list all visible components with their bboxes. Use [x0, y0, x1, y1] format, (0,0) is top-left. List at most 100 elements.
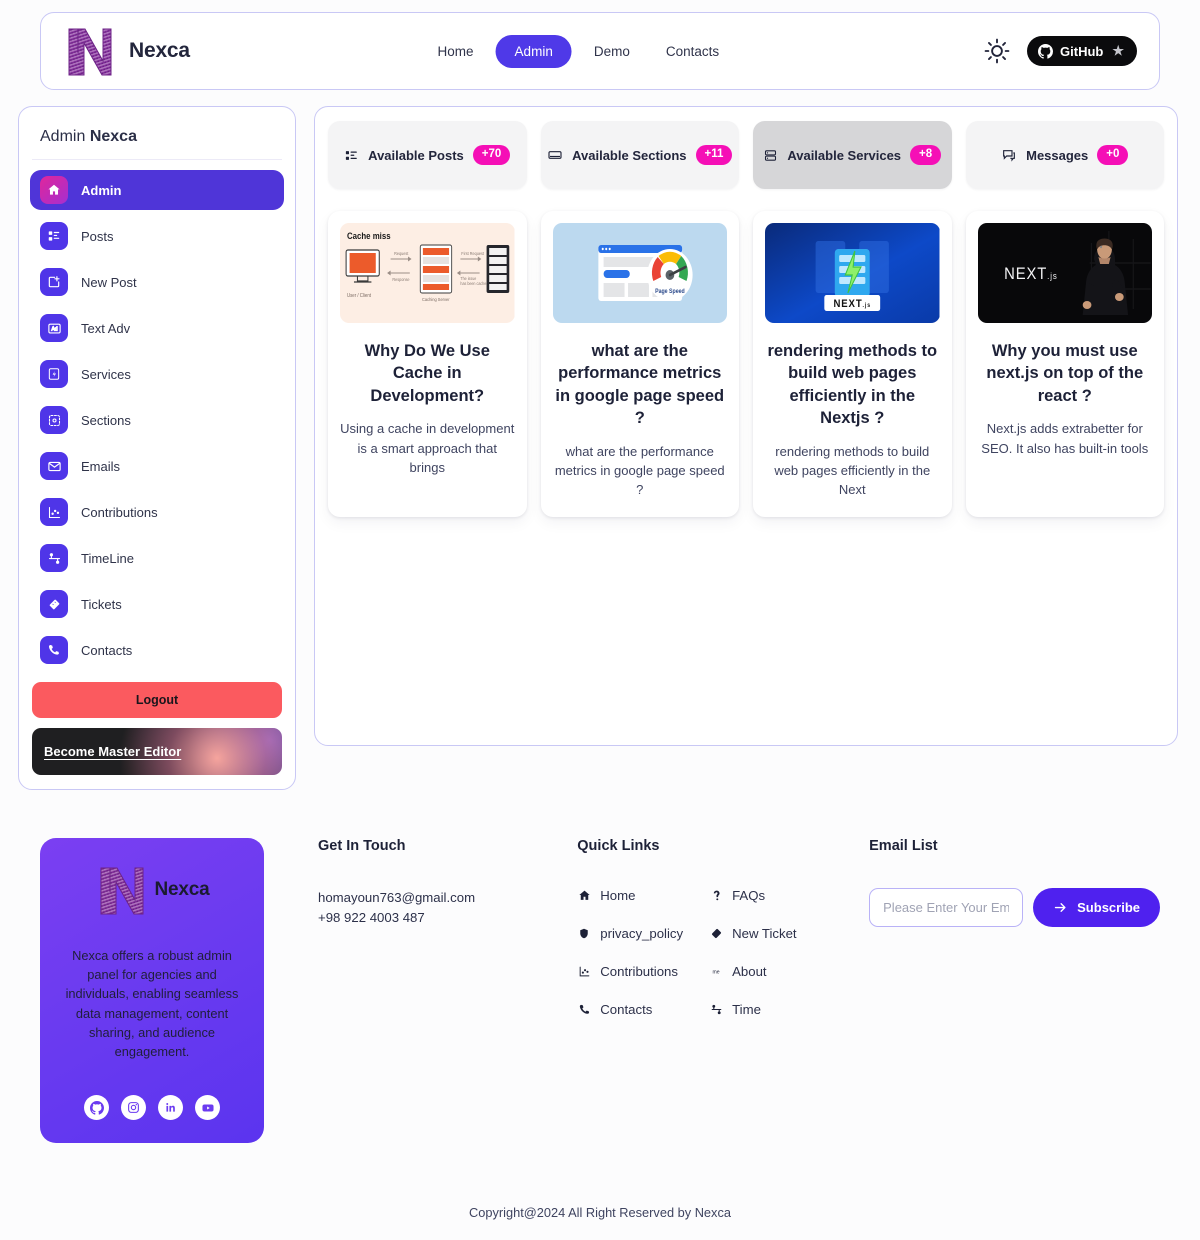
- sidebar-item-contributions[interactable]: Contributions: [30, 492, 284, 532]
- server-icon: [765, 149, 777, 161]
- footer-column-title: Email List: [869, 838, 938, 854]
- footer-link-privacy-policy[interactable]: privacy_policy: [577, 926, 683, 941]
- post-description: Next.js adds extrabetter for SEO. It als…: [981, 421, 1149, 456]
- nextjs-server-thumbnail: NEXT.js: [765, 223, 940, 323]
- post-title: rendering methods to build web pages eff…: [767, 342, 938, 428]
- footer-brand: Nexca: [95, 862, 210, 918]
- contact-phone[interactable]: +98 922 4003 487: [318, 908, 523, 928]
- footer-link-new-ticket[interactable]: New Ticket: [709, 926, 797, 941]
- text-ad-icon: Ad: [40, 314, 68, 342]
- post-description: what are the performance metrics in goog…: [554, 443, 725, 498]
- list-icon: [346, 150, 357, 160]
- social-linkedin-link[interactable]: [158, 1095, 183, 1121]
- me-icon: me: [709, 966, 723, 977]
- nav-item-admin[interactable]: Admin: [495, 34, 572, 68]
- site-header: Nexca Home Admin Demo Contacts GitHub ★: [40, 12, 1160, 90]
- sidebar-item-label: Tickets: [81, 596, 122, 612]
- sidebar-item-text-adv[interactable]: Ad Text Adv: [30, 308, 284, 348]
- post-description: Using a cache in development is a smart …: [340, 421, 515, 475]
- arrow-right-icon: [1054, 903, 1066, 912]
- svg-text:First Request: First Request: [461, 251, 485, 256]
- timeline-icon: [709, 1003, 723, 1016]
- nav-item-home[interactable]: Home: [424, 35, 488, 68]
- svg-text:Response: Response: [392, 277, 410, 282]
- email-input[interactable]: [869, 888, 1024, 927]
- brand-name: Nexca: [129, 39, 190, 62]
- logout-button[interactable]: Logout: [32, 682, 282, 718]
- stat-card-messages[interactable]: Messages +0: [965, 121, 1164, 189]
- lightning-icon: [40, 360, 68, 388]
- message-icon: [1003, 150, 1016, 162]
- chart-icon: [577, 965, 591, 978]
- sidebar-item-sections[interactable]: Sections: [30, 400, 284, 440]
- quick-links-column-1: Home privacy_policy Contributions Contac…: [577, 888, 683, 1017]
- sun-icon[interactable]: [983, 37, 1011, 65]
- github-button[interactable]: GitHub ★: [1027, 36, 1137, 66]
- social-instagram-link[interactable]: [121, 1095, 146, 1121]
- status-badge: +8: [910, 145, 942, 165]
- post-card[interactable]: Page Speed what are the performance metr…: [540, 211, 739, 518]
- svg-text:me: me: [713, 969, 720, 975]
- post-title: what are the performance metrics in goog…: [555, 342, 725, 428]
- sidebar-item-contacts[interactable]: Contacts: [30, 630, 284, 670]
- sidebar-title-brand: Nexca: [89, 128, 137, 145]
- sidebar-item-label: Contributions: [81, 504, 158, 520]
- become-master-editor-button[interactable]: Become Master Editor: [32, 728, 282, 775]
- stat-card-available-services[interactable]: Available Services +8: [753, 121, 952, 189]
- post-card[interactable]: Cache miss User / Client Request Respons…: [328, 211, 527, 518]
- footer-link-contacts[interactable]: Contacts: [577, 1002, 683, 1017]
- post-description: rendering methods to build web pages eff…: [774, 443, 931, 498]
- sidebar-item-new-post[interactable]: New Post: [30, 262, 284, 302]
- footer-link-label: privacy_policy: [600, 926, 684, 941]
- footer-link-faqs[interactable]: FAQs: [709, 888, 797, 903]
- stat-label: Available Services: [787, 147, 902, 163]
- footer-email-list: Email List Subscribe: [797, 838, 1160, 927]
- sidebar-item-label: Text Adv: [81, 320, 131, 336]
- sidebar-item-label: Services: [81, 366, 131, 382]
- main-nav: Home Admin Demo Contacts: [424, 34, 734, 68]
- social-github-link[interactable]: [84, 1095, 109, 1121]
- main-content-region: Admin Nexca Admin Posts New Post Ad Text…: [0, 90, 1200, 790]
- posts-row: Cache miss User / Client Request Respons…: [328, 211, 1164, 518]
- linkedin-icon: [166, 1103, 175, 1112]
- footer-link-time[interactable]: Time: [709, 1002, 797, 1017]
- stat-card-available-sections[interactable]: Available Sections +11: [540, 121, 739, 189]
- svg-text:Request: Request: [394, 251, 409, 256]
- stat-label: Available Sections: [572, 147, 687, 163]
- subscribe-button[interactable]: Subscribe: [1033, 888, 1160, 927]
- brand[interactable]: Nexca: [63, 23, 190, 79]
- footer-link-label: New Ticket: [732, 926, 797, 941]
- post-card[interactable]: NEXT.js Why you must use next.js on top …: [965, 211, 1164, 518]
- header-actions: GitHub ★: [983, 36, 1137, 66]
- svg-text:Caching Server: Caching Server: [422, 297, 450, 302]
- quick-links-grid: Home privacy_policy Contributions Contac…: [577, 888, 797, 1017]
- social-youtube-link[interactable]: [195, 1095, 220, 1121]
- post-card[interactable]: NEXT.js rendering methods to build web p…: [753, 211, 952, 518]
- footer-link-about[interactable]: me About: [709, 964, 797, 979]
- post-title: Why Do We Use Cache in Development?: [364, 342, 490, 405]
- question-icon: [709, 889, 723, 902]
- phone-icon: [577, 1003, 591, 1016]
- sidebar-item-admin[interactable]: Admin: [30, 170, 284, 210]
- sidebar-item-posts[interactable]: Posts: [30, 216, 284, 256]
- svg-text:Ad: Ad: [51, 326, 57, 332]
- nav-item-demo[interactable]: Demo: [580, 35, 644, 68]
- stat-card-available-posts[interactable]: Available Posts +70: [328, 121, 527, 189]
- list-icon: [40, 222, 68, 250]
- nav-item-contacts[interactable]: Contacts: [652, 35, 733, 68]
- sidebar-item-tickets[interactable]: Tickets: [30, 584, 284, 624]
- header-region: Nexca Home Admin Demo Contacts GitHub ★: [0, 0, 1200, 90]
- social-links: [84, 1095, 220, 1121]
- post-title: Why you must use next.js on top of the r…: [986, 342, 1144, 405]
- sidebar-item-label: Contacts: [81, 642, 133, 658]
- sidebar-item-services[interactable]: Services: [30, 354, 284, 394]
- sidebar-item-timeline[interactable]: TimeLine: [30, 538, 284, 578]
- sidebar-divider: [32, 159, 282, 160]
- become-master-editor-label: Become Master Editor: [44, 744, 182, 759]
- contact-email[interactable]: homayoun763@gmail.com: [318, 888, 523, 908]
- footer-link-contributions[interactable]: Contributions: [577, 964, 683, 979]
- sidebar-item-emails[interactable]: Emails: [30, 446, 284, 486]
- footer-link-home[interactable]: Home: [577, 888, 683, 903]
- status-badge: +0: [1097, 145, 1129, 165]
- sidebar-item-label: Admin: [81, 182, 122, 198]
